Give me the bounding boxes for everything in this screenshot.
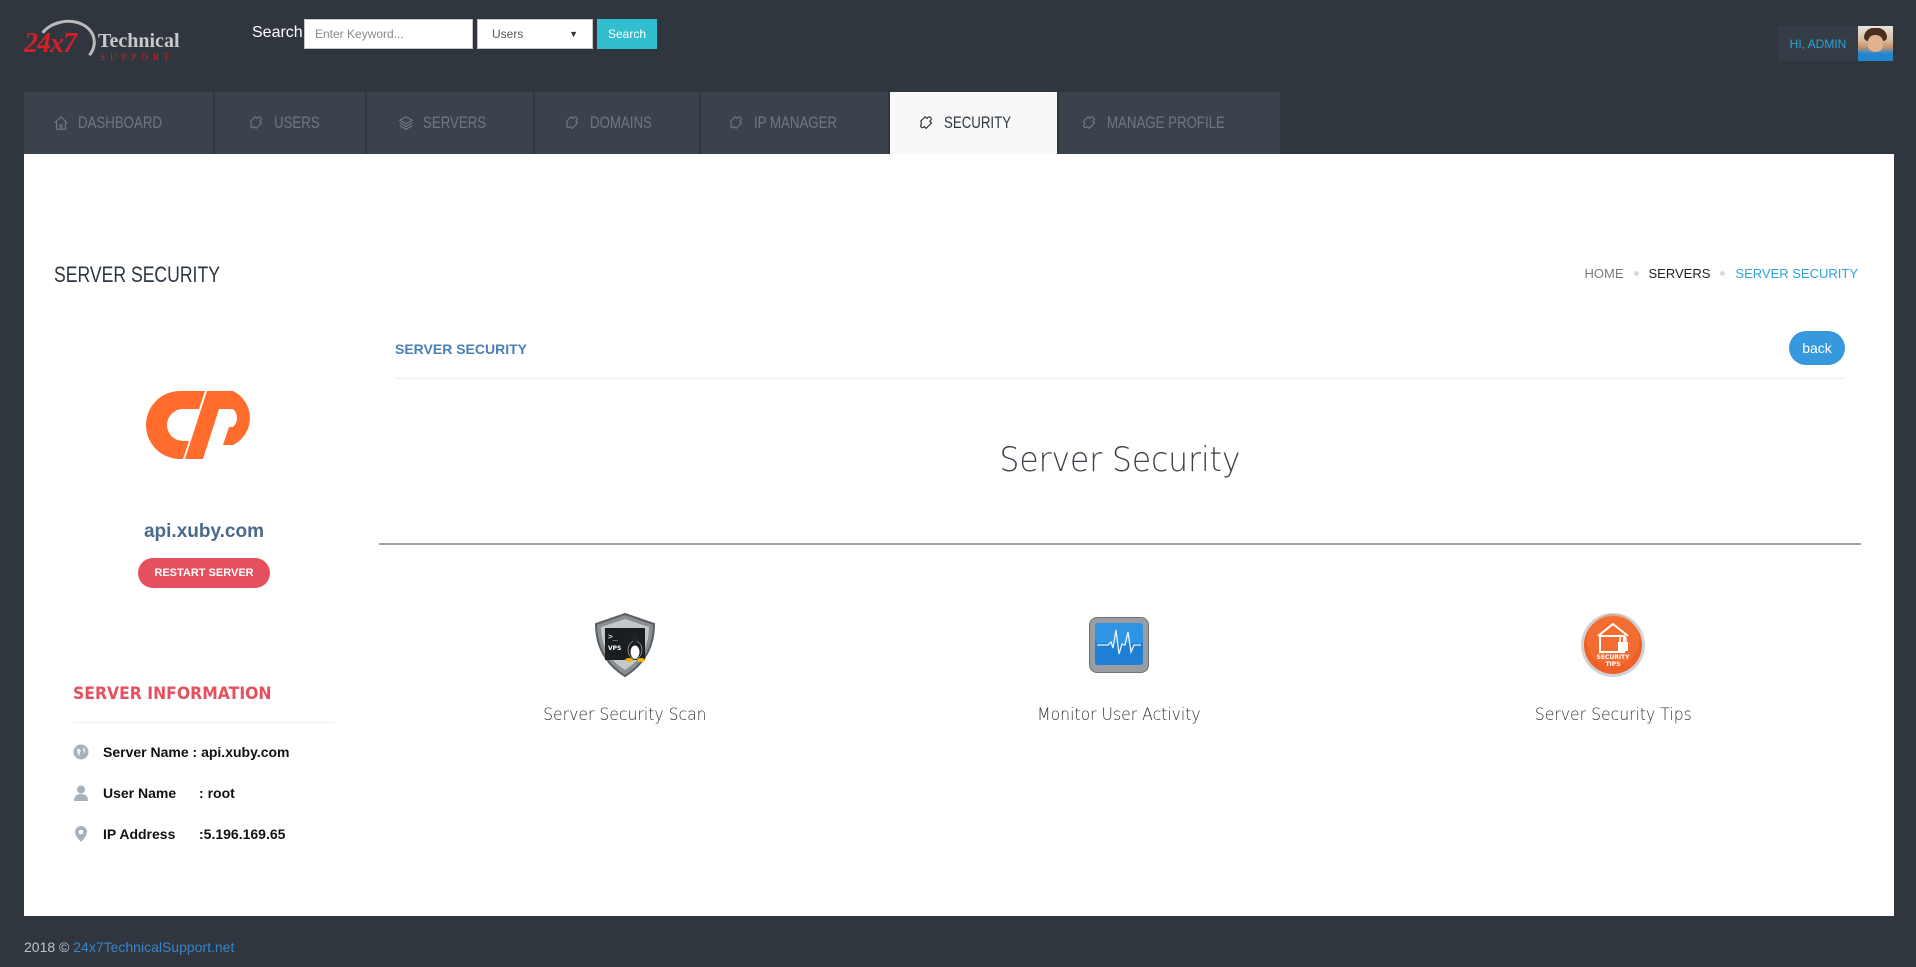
footer-link[interactable]: 24x7TechnicalSupport.net: [73, 939, 234, 955]
puzzle-icon: [728, 114, 746, 132]
breadcrumb-current: SERVER SECURITY: [1735, 266, 1858, 281]
tab-label: DASHBOARD: [77, 113, 162, 132]
monitor-pulse-icon: [1089, 617, 1149, 673]
footer-copyright: 2018 ©: [24, 939, 70, 955]
info-user-name: User Name : root: [73, 785, 235, 801]
feature-label: Monitor User Activity: [1037, 705, 1201, 725]
breadcrumb: HOME SERVERS SERVER SECURITY: [1585, 266, 1858, 281]
tab-label: MANAGE PROFILE: [1106, 113, 1225, 132]
avatar-face: [1868, 35, 1883, 52]
search-category-value: Users: [492, 27, 524, 41]
server-hostname: api.xuby.com: [143, 521, 264, 542]
globe-icon: [73, 744, 89, 760]
divider: [73, 722, 335, 723]
breadcrumb-separator: [1720, 271, 1726, 276]
chevron-down-icon: ▼: [569, 29, 578, 39]
feature-monitor-activity[interactable]: Monitor User Activity: [969, 612, 1269, 725]
tab-manage-profile[interactable]: MANAGE PROFILE: [1059, 92, 1280, 154]
layers-icon: [397, 114, 415, 132]
search-input[interactable]: [304, 19, 473, 49]
tab-servers[interactable]: SERVERS: [367, 92, 533, 154]
user-greeting[interactable]: HI, ADMIN: [1778, 26, 1858, 61]
search-category-select[interactable]: Users ▼: [477, 19, 593, 49]
divider: [379, 543, 1861, 545]
logo-secondary: Technical: [98, 30, 180, 52]
tab-ip-manager[interactable]: IP MANAGER: [701, 92, 888, 154]
tab-users[interactable]: USERS: [215, 92, 365, 154]
tab-label: SECURITY: [943, 113, 1011, 132]
tab-label: DOMAINS: [590, 113, 653, 132]
tab-label: USERS: [273, 113, 320, 132]
info-value: : root: [199, 785, 235, 801]
content-panel: SERVER SECURITY HOME SERVERS SERVER SECU…: [24, 154, 1894, 916]
tab-security[interactable]: SECURITY: [890, 92, 1057, 154]
tab-domains[interactable]: DOMAINS: [535, 92, 699, 154]
server-info-title: SERVER INFORMATION: [73, 684, 272, 704]
avatar[interactable]: [1858, 26, 1893, 61]
puzzle-icon: [918, 114, 936, 132]
restart-server-button[interactable]: RESTART SERVER: [138, 558, 270, 588]
tab-label: SERVERS: [422, 113, 486, 132]
cpanel-logo: [145, 390, 250, 459]
tab-label: IP MANAGER: [754, 113, 838, 132]
puzzle-icon: [248, 114, 266, 132]
security-tips-icon: SECURITY TIPS: [1581, 613, 1645, 677]
svg-text:VPS: VPS: [608, 645, 621, 652]
info-server-name: Server Name : api.xuby.com: [73, 744, 290, 760]
section-heading: Server Security: [999, 440, 1241, 480]
map-pin-icon: [73, 826, 89, 842]
tab-dashboard[interactable]: DASHBOARD: [24, 92, 213, 154]
info-separator: :: [188, 744, 202, 760]
main-nav: DASHBOARD USERS SERVERS DOMAINS IP MANAG…: [24, 92, 1282, 154]
footer: 2018 © 24x7TechnicalSupport.net: [24, 939, 234, 955]
search-button[interactable]: Search: [597, 19, 657, 49]
breadcrumb-home[interactable]: HOME: [1585, 266, 1624, 281]
back-button[interactable]: back: [1789, 331, 1845, 365]
info-value: :5.196.169.65: [199, 826, 286, 842]
badge-line-2: TIPS: [1605, 661, 1620, 668]
feature-security-tips[interactable]: SECURITY TIPS Server Security Tips: [1463, 612, 1763, 725]
section-label: SERVER SECURITY: [395, 341, 527, 357]
logo-tertiary: SUPPORT: [100, 52, 174, 62]
info-ip-address: IP Address :5.196.169.65: [73, 826, 285, 842]
vps-shield-icon: >_ VPS: [594, 612, 656, 678]
home-icon: [52, 114, 70, 132]
puzzle-icon: [564, 114, 582, 132]
feature-security-scan[interactable]: >_ VPS Server Security Scan: [475, 612, 775, 725]
breadcrumb-separator: [1633, 271, 1639, 276]
info-value: api.xuby.com: [201, 744, 290, 760]
search-label: Search: [252, 24, 303, 41]
brand-logo[interactable]: 24x7 Technical SUPPORT: [22, 15, 182, 73]
badge-line-1: SECURITY: [1597, 654, 1631, 661]
user-icon: [73, 785, 89, 801]
svg-text:>_: >_: [608, 632, 618, 641]
feature-label: Server Security Scan: [543, 705, 707, 725]
breadcrumb-servers[interactable]: SERVERS: [1649, 266, 1711, 281]
feature-label: Server Security Tips: [1534, 705, 1692, 725]
divider: [395, 378, 1845, 379]
puzzle-icon: [1081, 114, 1099, 132]
page-title: SERVER SECURITY: [54, 262, 220, 287]
logo-primary: 24x7: [24, 28, 77, 59]
